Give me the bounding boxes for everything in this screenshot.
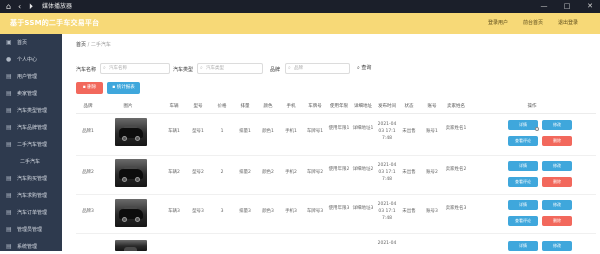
sidebar-item-orders[interactable]: ▤ 汽车订单管理: [0, 206, 62, 220]
search-icon: ⌕: [103, 65, 106, 71]
search-button[interactable]: ⌕ 查询: [357, 64, 371, 71]
sidebar-item-car-types[interactable]: ▤ 汽车类型管理: [0, 104, 62, 118]
car-icon: ▤: [6, 141, 12, 148]
car-type-input[interactable]: ⌕ 汽车类型: [197, 63, 263, 74]
type-label: 汽车类型: [173, 67, 194, 73]
col-status[interactable]: 状态: [399, 103, 419, 109]
search-icon: ⌕: [357, 65, 360, 71]
breadcrumb-current: 二手汽车: [90, 42, 111, 48]
sidebar-item-brands[interactable]: ▤ 汽车品牌管理: [0, 121, 62, 135]
review-button[interactable]: 查看评论: [508, 216, 538, 226]
col-color[interactable]: 颜色: [256, 103, 280, 109]
col-model[interactable]: 型号: [186, 103, 210, 109]
brand-label: 品牌: [270, 67, 281, 73]
order-icon: ▤: [6, 209, 12, 216]
sidebar: ▣ 首页 ● 个人中心 ▤ 用户管理 ▤ 卖家管理 ▤ 汽车类型管理 ▤ 汽车品牌管理 ▤ 二…: [0, 34, 62, 251]
admin-icon: ▤: [6, 226, 12, 233]
table-row: 品牌1 车辆1 型号1 1 排量1 颜色1 手机1 车牌号1 使用年限1 详细地…: [76, 116, 596, 156]
users-icon: ▤: [6, 73, 12, 80]
user-icon: ●: [6, 56, 12, 63]
cursor-indicator: [535, 127, 539, 131]
col-account[interactable]: 账号: [422, 103, 442, 109]
header-link-user[interactable]: 登录用户: [488, 19, 508, 26]
delete-button[interactable]: 删除: [542, 216, 572, 226]
search-bar: 汽车名称 ⌕ 汽车名称 汽车类型 ⌕ 汽车类型 品牌 ⌕ 品牌 ⌕ 查询: [76, 63, 596, 77]
seller-icon: ▤: [6, 90, 12, 97]
sidebar-item-system[interactable]: ▤ 系统管理: [0, 240, 62, 254]
car-name-input[interactable]: ⌕ 汽车名称: [100, 63, 170, 74]
car-image[interactable]: [115, 159, 147, 187]
col-actions: 操作: [527, 104, 537, 109]
detail-button[interactable]: 详情: [508, 241, 538, 251]
detail-button[interactable]: 详情: [508, 200, 538, 210]
col-seller[interactable]: 卖家姓名: [442, 103, 470, 109]
col-plate[interactable]: 车牌号: [302, 103, 328, 109]
sidebar-item-profile[interactable]: ● 个人中心: [0, 53, 62, 67]
play-icon: ⏵: [29, 2, 33, 11]
search-icon: ⌕: [288, 65, 291, 71]
table-header: 品牌 图片 车辆 型号 价格 排量 颜色 手机 车牌号 使用年限 详细地址 发布…: [76, 99, 596, 114]
header-link-logout[interactable]: 退出登录: [558, 19, 578, 26]
col-address[interactable]: 详细地址: [350, 103, 376, 109]
maximize-button[interactable]: □: [561, 1, 573, 12]
settings-icon: ▤: [6, 243, 12, 250]
detail-button[interactable]: 详情: [508, 161, 538, 171]
back-icon[interactable]: ‹: [18, 2, 21, 11]
trash-icon: ▪: [82, 85, 86, 90]
col-date[interactable]: 发布时间: [374, 103, 400, 109]
window-titlebar: ⌂ ‹ ⏵ 媒体播放器 — □ ✕: [0, 0, 600, 13]
car-image[interactable]: [115, 199, 147, 227]
breadcrumb: 首页 / 二手汽车: [76, 42, 111, 48]
request-icon: ▤: [6, 192, 12, 199]
search-icon: ⌕: [200, 65, 203, 71]
app-title: 基于SSM的二手车交易平台: [10, 19, 100, 27]
app-header: 基于SSM的二手车交易平台 登录用户 前台首页 退出登录: [0, 13, 600, 34]
edit-button[interactable]: 修改: [542, 200, 572, 210]
report-button[interactable]: ▪ 统计报表: [107, 82, 140, 94]
home-icon[interactable]: ⌂: [6, 2, 11, 11]
breadcrumb-home[interactable]: 首页: [76, 42, 86, 48]
sidebar-item-users[interactable]: ▤ 用户管理: [0, 70, 62, 84]
category-icon: ▤: [6, 107, 12, 114]
window-title: 媒体播放器: [42, 3, 73, 10]
minimize-button[interactable]: —: [538, 1, 550, 12]
table-row: 品牌2 车辆2 型号2 2 排量2 颜色2 手机2 车牌号2 使用年限2 详细地…: [76, 157, 596, 195]
sidebar-item-admins[interactable]: ▤ 管理员管理: [0, 223, 62, 237]
brand-icon: ▤: [6, 124, 12, 131]
sidebar-item-purchases[interactable]: ▤ 汽车购买管理: [0, 172, 62, 186]
table-row: 2021-04 详情 修改: [76, 235, 596, 251]
sidebar-subitem-used-cars[interactable]: 二手汽车: [0, 155, 62, 169]
edit-button[interactable]: 修改: [542, 241, 572, 251]
col-phone[interactable]: 手机: [279, 103, 303, 109]
edit-button[interactable]: 修改: [542, 161, 572, 171]
name-label: 汽车名称: [76, 67, 97, 73]
chart-icon: ▪: [112, 85, 116, 90]
brand-input[interactable]: ⌕ 品牌: [285, 63, 350, 74]
col-years[interactable]: 使用年限: [326, 103, 352, 109]
col-car[interactable]: 车辆: [162, 103, 186, 109]
table-row: 品牌3 车辆3 型号3 3 排量3 颜色3 手机3 车牌号3 使用年限3 详细地…: [76, 196, 596, 234]
review-button[interactable]: 查看评论: [508, 136, 538, 146]
edit-button[interactable]: 修改: [542, 120, 572, 130]
col-brand[interactable]: 品牌: [76, 103, 100, 109]
purchase-icon: ▤: [6, 175, 12, 182]
car-image[interactable]: [115, 118, 147, 146]
bulk-delete-button[interactable]: ▪ 删除: [76, 82, 103, 94]
delete-button[interactable]: 删除: [542, 136, 572, 146]
detail-button[interactable]: 详情: [508, 120, 538, 130]
car-image[interactable]: [115, 240, 147, 251]
close-button[interactable]: ✕: [584, 1, 596, 12]
sidebar-item-home[interactable]: ▣ 首页: [0, 36, 62, 50]
review-button[interactable]: 查看评论: [508, 177, 538, 187]
home-icon: ▣: [6, 39, 12, 46]
col-price[interactable]: 价格: [210, 103, 234, 109]
sidebar-item-requests[interactable]: ▤ 汽车求购管理: [0, 189, 62, 203]
sidebar-item-sellers[interactable]: ▤ 卖家管理: [0, 87, 62, 101]
delete-button[interactable]: 删除: [542, 177, 572, 187]
col-displacement[interactable]: 排量: [233, 103, 257, 109]
header-link-front[interactable]: 前台首页: [523, 19, 543, 26]
sidebar-item-used-cars[interactable]: ▤ 二手汽车管理: [0, 138, 62, 152]
col-image: 图片: [123, 104, 133, 109]
